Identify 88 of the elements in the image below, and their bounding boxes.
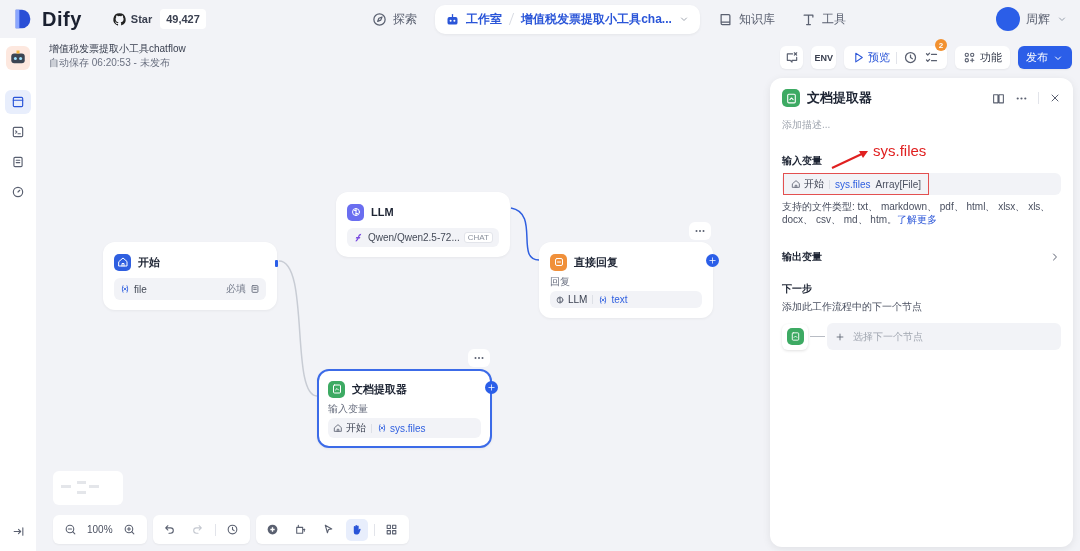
annotation-arrow bbox=[830, 148, 870, 170]
workflow-icon bbox=[11, 95, 25, 109]
model-icon bbox=[353, 232, 364, 243]
terminal-icon bbox=[11, 125, 25, 139]
book-icon bbox=[992, 91, 1005, 105]
section-description: 添加此工作流程中的下一个节点 bbox=[782, 300, 923, 314]
field-label: 回复 bbox=[550, 275, 571, 289]
workflow-node[interactable]: 开始 file 必填 bbox=[103, 242, 277, 310]
gauge-icon bbox=[11, 185, 25, 199]
publish-button[interactable]: 发布 bbox=[1018, 46, 1072, 69]
highlight-box: 开始 sys.files Array[File] bbox=[783, 173, 930, 195]
conversation-variables-button[interactable] bbox=[780, 46, 804, 69]
input-variable-field[interactable]: 开始 sys.files Array[File] bbox=[782, 173, 1061, 195]
history-button[interactable] bbox=[903, 50, 918, 65]
node-title: 直接回复 bbox=[574, 254, 618, 270]
app-title: 增值税发票提取小工具chatflow bbox=[49, 42, 186, 56]
panel-title: 文档提取器 bbox=[807, 89, 873, 107]
note-icon bbox=[294, 523, 308, 536]
user-menu[interactable]: 周辉 bbox=[996, 7, 1068, 31]
mode-tag: CHAT bbox=[463, 232, 493, 243]
close-icon bbox=[1049, 92, 1061, 104]
github-icon bbox=[111, 11, 127, 27]
description-field[interactable]: 添加描述... bbox=[782, 119, 982, 130]
compass-icon bbox=[372, 11, 388, 27]
node-title: 文档提取器 bbox=[352, 381, 407, 397]
save-status: 自动保存 06:20:53 - 未发布 bbox=[49, 56, 171, 70]
supported-types-text: 支持的文件类型: txt、 markdown、 pdf、 html、 xlsx、 xls、 docx、 csv、 md、 htm。了解更多 bbox=[782, 200, 1052, 226]
add-icon bbox=[266, 523, 280, 536]
checklist-icon bbox=[924, 50, 939, 65]
nav-tab[interactable]: 知识库 bbox=[709, 4, 783, 34]
variable-reference: 开始 sys.files bbox=[333, 421, 476, 435]
output-variables-toggle[interactable]: 输出变量 bbox=[782, 250, 1061, 264]
star-count: 49,427 bbox=[160, 9, 206, 29]
plus-icon bbox=[835, 331, 845, 342]
variable-icon bbox=[598, 294, 609, 305]
undo-icon bbox=[163, 523, 177, 536]
nav-tab[interactable]: 工具 bbox=[792, 4, 854, 34]
file-icon bbox=[250, 284, 260, 294]
robot-icon bbox=[445, 11, 461, 27]
book-icon bbox=[717, 11, 733, 27]
field-label: 输入变量 bbox=[328, 402, 369, 416]
workflow-node[interactable]: 直接回复 回复 LLM text bbox=[539, 242, 713, 318]
connector-line bbox=[810, 336, 825, 337]
section-heading: 下一步 bbox=[782, 282, 812, 296]
nav-tab[interactable]: 探索 bbox=[364, 4, 426, 34]
count-badge: 2 bbox=[935, 39, 947, 51]
document-icon bbox=[789, 331, 801, 342]
node-title: LLM bbox=[371, 206, 394, 218]
chat-clear-icon bbox=[785, 50, 799, 65]
sidebar-item[interactable] bbox=[5, 90, 31, 114]
play-icon bbox=[852, 51, 865, 64]
variable-reference: LLM text bbox=[555, 294, 697, 305]
checklist-button[interactable] bbox=[924, 50, 939, 65]
variable-row: file 必填 bbox=[114, 278, 266, 300]
close-button[interactable] bbox=[1049, 92, 1061, 104]
apps-icon bbox=[963, 51, 976, 64]
zoom-out-icon bbox=[63, 523, 77, 536]
annotation-text: sys.files bbox=[873, 142, 927, 159]
history-icon bbox=[903, 50, 918, 65]
variable-icon bbox=[120, 284, 130, 294]
node-title: 开始 bbox=[138, 254, 160, 270]
env-button[interactable]: ENV bbox=[811, 46, 836, 69]
model-row: Qwen/Qwen2.5-72... CHAT bbox=[347, 228, 499, 247]
connector bbox=[510, 207, 540, 261]
output-handle[interactable] bbox=[275, 260, 278, 267]
hand-mode-button[interactable] bbox=[345, 518, 368, 541]
plus-icon bbox=[487, 383, 496, 392]
zoom-in-icon bbox=[123, 523, 137, 536]
github-star-link[interactable]: Star bbox=[111, 11, 153, 27]
workflow-node[interactable]: LLM Qwen/Qwen2.5-72... CHAT bbox=[336, 192, 510, 257]
layout-icon bbox=[385, 523, 399, 536]
variable-icon bbox=[377, 423, 387, 433]
expand-icon bbox=[11, 524, 25, 538]
zoom-level: 100% bbox=[87, 524, 113, 535]
home-icon bbox=[333, 423, 343, 433]
redo-icon bbox=[191, 523, 205, 536]
workflow-node[interactable]: 文档提取器 输入变量 开始 sys.files bbox=[317, 369, 492, 448]
features-button[interactable]: 功能 bbox=[955, 46, 1010, 69]
avatar bbox=[996, 7, 1020, 31]
logo-text: Dify bbox=[42, 7, 82, 31]
history-icon bbox=[226, 523, 240, 536]
help-button[interactable] bbox=[992, 91, 1005, 105]
plus-icon bbox=[708, 256, 717, 265]
document-icon bbox=[11, 155, 25, 169]
nav-tab-active[interactable]: 工作室 增值税发票提取小工具cha... bbox=[435, 4, 700, 34]
section-heading: 输入变量 bbox=[782, 154, 822, 168]
home-icon bbox=[791, 179, 801, 189]
learn-more-link[interactable]: 了解更多 bbox=[897, 214, 938, 225]
